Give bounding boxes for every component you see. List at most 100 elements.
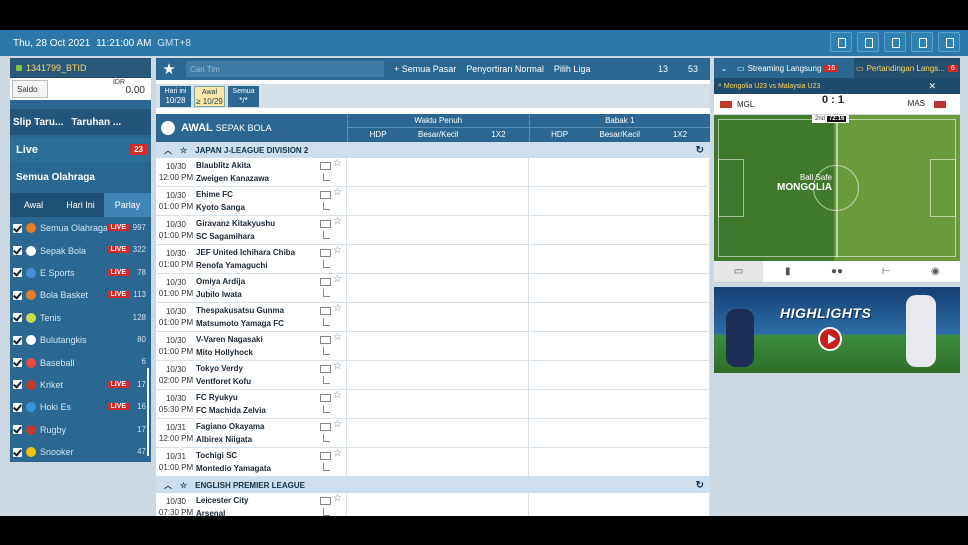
pitch-icon[interactable] <box>320 278 331 286</box>
refresh-count-1[interactable]: 13 <box>658 64 668 74</box>
odds-cell[interactable] <box>347 361 529 389</box>
all-sports-header[interactable]: Semua Olahraga <box>10 165 151 189</box>
match-row[interactable]: 10/30 01:00 PM Omiya Ardija Jubilo Iwata ☆ <box>156 274 710 303</box>
match-title[interactable]: Mongolia U23 vs Malaysia U23 <box>724 83 821 90</box>
star-icon[interactable]: ☆ <box>333 448 342 459</box>
star-icon[interactable]: ☆ <box>333 493 342 504</box>
tab-parlay[interactable]: Parlay <box>104 193 151 217</box>
date-all-button[interactable]: Semua */* <box>228 85 259 107</box>
all-markets-button[interactable]: + Semua Pasar <box>394 64 456 74</box>
chart-icon[interactable] <box>323 289 330 297</box>
live-item[interactable]: Live 23 <box>10 138 151 162</box>
pitch-icon[interactable] <box>320 191 331 199</box>
field-view-icon[interactable]: ▭ <box>714 261 764 282</box>
sport-item[interactable]: Snooker 47 <box>10 441 151 462</box>
pitch-icon[interactable] <box>320 452 331 460</box>
chart-icon[interactable] <box>323 405 330 413</box>
star-icon[interactable]: ☆ <box>333 419 342 430</box>
odds-cell[interactable] <box>529 216 710 244</box>
chart-icon[interactable] <box>323 202 330 210</box>
odds-cell[interactable] <box>529 448 710 476</box>
pitch-icon[interactable] <box>320 336 331 344</box>
odds-cell[interactable] <box>347 158 529 186</box>
star-icon[interactable]: ☆ <box>333 158 342 169</box>
sport-item[interactable]: Baseball 6 <box>10 351 151 373</box>
league-header[interactable]: ︿ ☆ ENGLISH PREMIER LEAGUE ↻ <box>156 477 710 493</box>
message-icon[interactable] <box>938 32 960 52</box>
pitch-icon[interactable] <box>320 423 331 431</box>
choose-league-button[interactable]: Pilih Liga <box>554 64 591 74</box>
odds-cell[interactable] <box>347 274 529 302</box>
collapse-icon[interactable]: ︿ <box>164 480 172 491</box>
match-row[interactable]: 10/30 02:00 PM Tokyo Verdy Ventforet Kofu ☆ <box>156 361 710 390</box>
rules-icon[interactable] <box>884 32 906 52</box>
chart-icon[interactable] <box>323 376 330 384</box>
checkbox[interactable] <box>13 425 22 435</box>
match-row[interactable]: 10/30 01:00 PM Giravanz Kitakyushu SC Sagam… <box>156 216 710 245</box>
my-bets-tab[interactable]: Taruhan ... <box>71 117 121 128</box>
checkbox[interactable] <box>13 313 22 323</box>
star-icon[interactable]: ☆ <box>333 216 342 227</box>
odds-cell[interactable] <box>347 390 529 418</box>
checkbox[interactable] <box>13 358 22 368</box>
pitch-icon[interactable] <box>320 394 331 402</box>
odds-cell[interactable] <box>529 419 710 447</box>
lineup-icon[interactable]: ●● <box>812 261 861 282</box>
date-early-button[interactable]: Awal ≥ 10/29 <box>194 85 225 107</box>
sport-item[interactable]: Kriket LIVE 17 <box>10 374 151 396</box>
pitch-icon[interactable] <box>320 162 331 170</box>
close-icon[interactable]: ✕ <box>928 81 936 92</box>
favorite-star-icon[interactable]: ★ <box>156 58 182 80</box>
search-input[interactable]: Cari Tim <box>186 61 384 77</box>
star-icon[interactable]: ☆ <box>180 481 187 490</box>
play-icon[interactable] <box>818 327 842 351</box>
odds-cell[interactable] <box>347 245 529 273</box>
collapse-icon[interactable]: ︿ <box>164 145 172 156</box>
sport-item[interactable]: Bulutangkis 80 <box>10 329 151 351</box>
sport-item[interactable]: Tenis 128 <box>10 307 151 329</box>
bet-slip-tab[interactable]: Slip Taru... <box>13 117 63 128</box>
chart-icon[interactable] <box>323 318 330 326</box>
pitch-icon[interactable] <box>320 497 331 505</box>
chart-icon[interactable] <box>323 434 330 442</box>
highlights-banner[interactable]: HIGHLIGHTS <box>714 287 960 373</box>
chart-icon[interactable] <box>323 508 330 516</box>
tab-streaming[interactable]: ▭ Streaming Langsung 16 <box>734 64 854 73</box>
odds-cell[interactable] <box>529 390 710 418</box>
chart-icon[interactable] <box>323 260 330 268</box>
star-icon[interactable]: ☆ <box>333 274 342 285</box>
match-row[interactable]: 10/30 12:00 PM Blaublitz Akita Zweigen Kana… <box>156 158 710 187</box>
stats-icon[interactable]: ▮ <box>763 261 812 282</box>
tab-live-match[interactable]: ▭ Pertandingan Langs... 6 <box>854 58 960 78</box>
checkbox[interactable] <box>13 380 22 390</box>
chart-icon[interactable] <box>323 231 330 239</box>
pitch-icon[interactable] <box>320 365 331 373</box>
tab-awal[interactable]: Awal <box>10 193 57 217</box>
sport-item[interactable]: E Sports LIVE 78 <box>10 262 151 284</box>
match-row[interactable]: 10/30 01:00 PM V-Varen Nagasaki Mito Hollyh… <box>156 332 710 361</box>
star-icon[interactable]: ☆ <box>333 390 342 401</box>
checkbox[interactable] <box>13 268 22 278</box>
match-row[interactable]: 10/31 01:00 PM Tochigi SC Montedio Yamagata… <box>156 448 710 477</box>
sport-item[interactable]: Rugby 17 <box>10 419 151 441</box>
star-icon[interactable]: ☆ <box>333 303 342 314</box>
odds-cell[interactable] <box>529 361 710 389</box>
odds-cell[interactable] <box>347 187 529 215</box>
checkbox[interactable] <box>13 290 22 300</box>
star-icon[interactable]: ☆ <box>333 332 342 343</box>
pitch-icon[interactable] <box>320 307 331 315</box>
odds-cell[interactable] <box>347 419 529 447</box>
odds-cell[interactable] <box>529 245 710 273</box>
sport-item[interactable]: Bola Basket LIVE 113 <box>10 284 151 306</box>
settings-icon[interactable] <box>911 32 933 52</box>
star-icon[interactable]: ☆ <box>180 146 187 155</box>
match-row[interactable]: 10/30 01:00 PM Ehime FC Kyoto Sanga ☆ <box>156 187 710 216</box>
chart-icon[interactable] <box>323 173 330 181</box>
match-row[interactable]: 10/30 01:00 PM JEF United Ichihara Chiba Re… <box>156 245 710 274</box>
refresh-icon[interactable]: ↻ <box>696 145 704 156</box>
odds-cell[interactable] <box>347 493 529 516</box>
sport-item[interactable]: Semua Olahraga LIVE 997 <box>10 217 151 239</box>
odds-cell[interactable] <box>347 448 529 476</box>
bracket-icon[interactable]: ⊢ <box>862 261 911 282</box>
checkbox[interactable] <box>13 335 22 345</box>
